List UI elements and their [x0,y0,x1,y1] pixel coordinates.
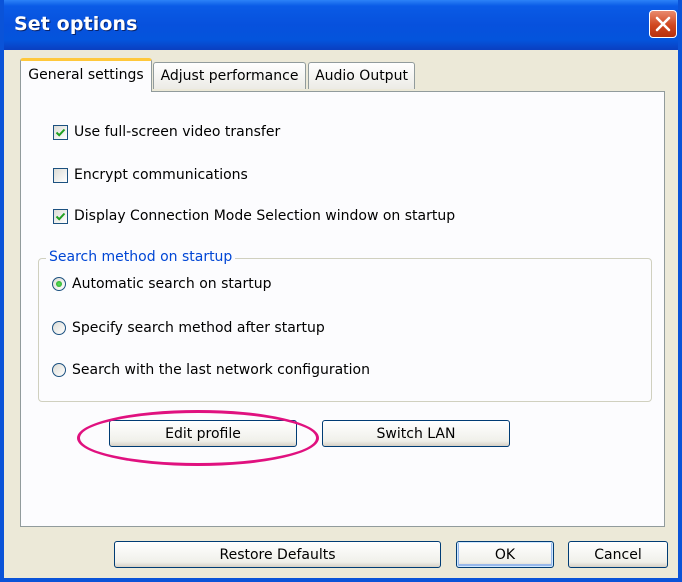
tab-label: General settings [28,67,144,83]
radio-button[interactable] [52,363,66,377]
edit-profile-button[interactable]: Edit profile [109,420,297,447]
checkbox-box[interactable] [53,208,68,224]
radio-button[interactable] [52,321,66,335]
checkbox-box[interactable] [53,167,68,183]
checkbox-label: Display Connection Mode Selection window… [74,208,456,224]
radio-label: Automatic search on startup [72,276,272,292]
window-title: Set options [14,13,138,35]
checkmark-icon [55,212,66,221]
tab-label: Adjust performance [160,68,299,84]
checkbox-full-screen-video[interactable]: Use full-screen video transfer [53,124,280,140]
radio-last-network[interactable]: Search with the last network configurati… [52,362,370,378]
checkbox-encrypt-communications[interactable]: Encrypt communications [53,167,248,183]
checkmark-icon [55,128,66,137]
checkbox-label: Use full-screen video transfer [74,124,281,140]
checkbox-display-connection-mode[interactable]: Display Connection Mode Selection window… [53,208,455,224]
radio-automatic-search[interactable]: Automatic search on startup [52,276,271,292]
cancel-button[interactable]: Cancel [568,541,668,568]
tab-audio-output[interactable]: Audio Output [308,62,415,89]
tab-adjust-performance[interactable]: Adjust performance [153,62,306,89]
restore-defaults-button[interactable]: Restore Defaults [114,541,441,568]
switch-lan-button[interactable]: Switch LAN [322,420,510,447]
search-method-legend: Search method on startup [46,249,236,265]
radio-specify-search[interactable]: Specify search method after startup [52,320,325,336]
radio-button[interactable] [52,277,66,291]
tab-general-settings[interactable]: General settings [20,58,152,92]
radio-selected-dot [56,281,62,287]
ok-button[interactable]: OK [456,541,554,568]
tab-label: Audio Output [315,68,408,84]
checkbox-label: Encrypt communications [74,167,248,183]
radio-label: Specify search method after startup [72,320,325,336]
checkbox-box[interactable] [53,124,68,140]
title-bar[interactable]: Set options [4,0,678,50]
close-button[interactable] [649,10,677,38]
radio-label: Search with the last network configurati… [72,362,370,378]
close-icon [655,16,671,32]
